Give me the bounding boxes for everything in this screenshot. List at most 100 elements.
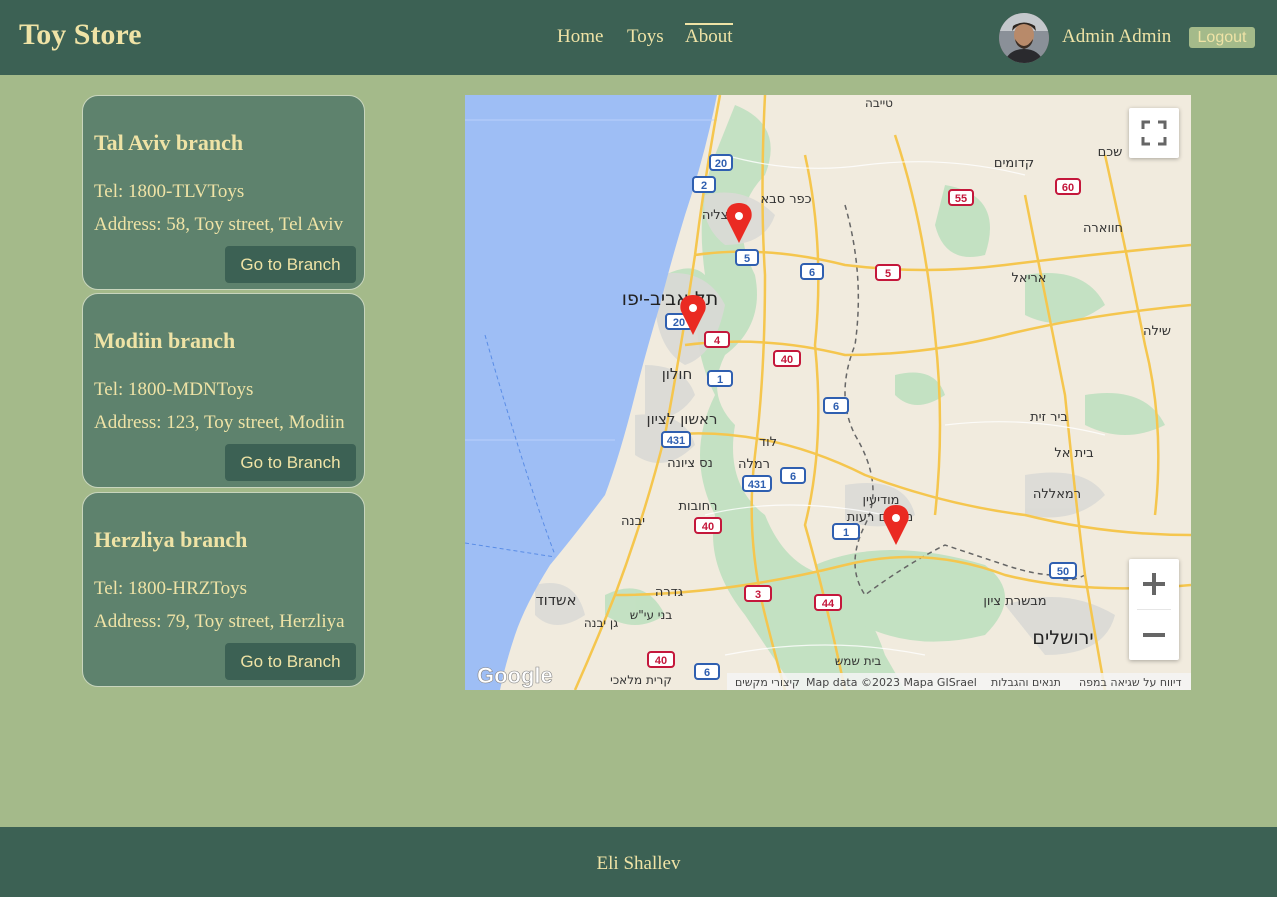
map-label: ירושלים — [1032, 627, 1093, 649]
branch-address: Address: 79, Toy street, Herzliya — [94, 611, 345, 632]
road-shield: 6 — [694, 663, 720, 680]
road-shield: 55 — [948, 189, 974, 206]
map-label: אריאל — [1011, 271, 1046, 286]
map-label: בית שמש — [835, 654, 882, 668]
branch-title: Tal Aviv branch — [94, 130, 244, 155]
map-label: אשדוד — [535, 591, 576, 609]
svg-text:5: 5 — [885, 268, 891, 280]
map-label: בני עי"ש — [630, 608, 673, 622]
google-logo[interactable]: Google — [477, 663, 553, 689]
road-shield: 40 — [773, 350, 801, 367]
map-label: נס ציונה — [667, 456, 713, 471]
road-shield: 5 — [735, 249, 759, 266]
map-label: יבנה — [621, 514, 645, 529]
footer: Eli Shallev — [0, 827, 1277, 897]
report-error-link[interactable]: דיווח על שגיאה במפה — [1079, 676, 1182, 689]
map-label: ראשון לציון — [646, 410, 717, 428]
map-label: ביר זית — [1030, 410, 1068, 425]
branch-phone: Tel: 1800-HRZToys — [94, 578, 248, 599]
navbar: Toy Store Home Toys About Admin Admin Lo… — [0, 0, 1277, 75]
zoom-controls — [1129, 559, 1179, 660]
zoom-in-button[interactable] — [1129, 559, 1179, 609]
go-to-branch-button[interactable]: Go to Branch — [225, 643, 356, 680]
road-shield: 20 — [709, 154, 733, 171]
branch-card-modiin: Modiin branch Tel: 1800-MDNToys Address:… — [82, 293, 365, 488]
svg-text:40: 40 — [702, 521, 714, 533]
road-shield: 6 — [780, 467, 806, 484]
keyboard-shortcuts-link[interactable]: קיצורי מקשים — [735, 676, 800, 689]
map-label: חווארה — [1083, 221, 1123, 236]
road-shield: 6 — [823, 397, 849, 414]
road-shield: 1 — [832, 523, 860, 540]
map-label: גן יבנה — [584, 616, 618, 630]
road-shield: 431 — [661, 431, 691, 448]
branch-phone: Tel: 1800-MDNToys — [94, 379, 254, 400]
road-shield: 2 — [692, 176, 716, 193]
logout-button[interactable]: Logout — [1189, 27, 1255, 48]
branch-card-herzliya: Herzliya branch Tel: 1800-HRZToys Addres… — [82, 492, 365, 687]
svg-text:40: 40 — [655, 655, 667, 667]
map-label: מבשרת ציון — [983, 594, 1046, 609]
branch-title: Modiin branch — [94, 328, 236, 353]
svg-text:20: 20 — [673, 317, 685, 329]
road-shield: 3 — [744, 585, 772, 602]
branch-address: Address: 123, Toy street, Modiin — [94, 412, 345, 433]
map-label: רמלה — [738, 457, 770, 472]
road-shield: 60 — [1055, 178, 1081, 195]
svg-text:50: 50 — [1057, 566, 1069, 578]
fullscreen-icon — [1141, 120, 1167, 146]
map-label: רמאללה — [1033, 487, 1081, 502]
nav-toys-link[interactable]: Toys — [627, 26, 664, 48]
brand-title[interactable]: Toy Store — [19, 18, 142, 52]
svg-text:44: 44 — [822, 598, 835, 610]
branch-title: Herzliya branch — [94, 527, 248, 552]
branch-phone: Tel: 1800-TLVToys — [94, 181, 245, 202]
nav-home-link[interactable]: Home — [557, 26, 603, 48]
road-shield: 6 — [800, 263, 824, 280]
branch-address: Address: 58, Toy street, Tel Aviv — [94, 214, 344, 235]
footer-author: Eli Shallev — [596, 853, 681, 874]
road-shield: 5 — [875, 264, 901, 281]
fullscreen-button[interactable] — [1129, 108, 1179, 158]
svg-text:4: 4 — [714, 335, 721, 347]
road-shield: 1 — [707, 370, 733, 387]
svg-text:6: 6 — [704, 667, 710, 679]
svg-text:5: 5 — [744, 253, 750, 265]
go-to-branch-button[interactable]: Go to Branch — [225, 444, 356, 481]
map-label: בית אל — [1054, 446, 1093, 461]
svg-text:40: 40 — [781, 354, 793, 366]
map-data-attribution: Map data ©2023 Mapa GISrael — [806, 676, 977, 689]
svg-text:431: 431 — [748, 479, 766, 491]
minus-icon — [1143, 633, 1165, 637]
terms-link[interactable]: תנאים והגבלות — [991, 676, 1061, 689]
road-shield: 431 — [742, 475, 772, 492]
svg-text:1: 1 — [843, 527, 849, 539]
branches-map[interactable]: 20 2 5 6 55 60 5 4 40 1 6 431 431 6 40 1… — [465, 95, 1191, 690]
map-label: כפר סבא — [760, 192, 811, 207]
svg-text:60: 60 — [1062, 182, 1074, 194]
branch-card-tel-aviv: Tal Aviv branch Tel: 1800-TLVToys Addres… — [82, 95, 365, 290]
road-shield: 4 — [704, 331, 730, 348]
user-name: Admin Admin — [1062, 26, 1172, 47]
map-canvas[interactable]: 20 2 5 6 55 60 5 4 40 1 6 431 431 6 40 1… — [465, 95, 1191, 690]
road-shield: 40 — [694, 517, 722, 534]
svg-text:431: 431 — [667, 435, 685, 447]
road-shield: 44 — [814, 594, 842, 611]
road-shield: 50 — [1049, 562, 1077, 579]
user-avatar — [999, 13, 1049, 63]
map-label: טייבה — [865, 96, 893, 110]
svg-text:6: 6 — [833, 401, 839, 413]
map-label: קרית מלאכי — [610, 673, 672, 687]
plus-icon — [1143, 573, 1165, 595]
zoom-out-button[interactable] — [1129, 610, 1179, 660]
road-shield: 40 — [647, 651, 675, 668]
go-to-branch-button[interactable]: Go to Branch — [225, 246, 356, 283]
svg-text:6: 6 — [809, 267, 815, 279]
map-label: לוד — [759, 435, 777, 450]
svg-text:20: 20 — [715, 158, 727, 170]
map-label: קדומים — [994, 156, 1034, 171]
map-label: חולון — [662, 365, 693, 383]
map-label: גדרה — [655, 585, 683, 600]
map-label: שילה — [1143, 324, 1171, 339]
nav-about-link[interactable]: About — [685, 23, 733, 48]
